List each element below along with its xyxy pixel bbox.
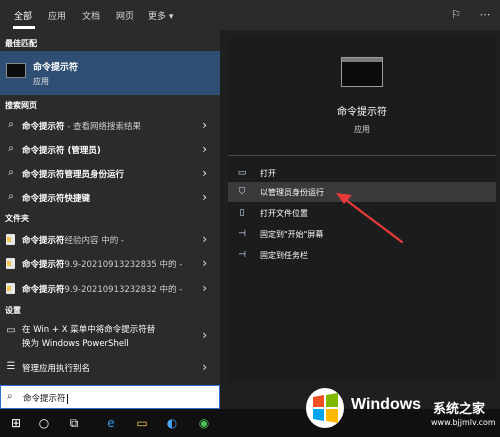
folder-result-label: 命令提示符 <box>22 236 65 246</box>
tab-web[interactable]: 网页 <box>116 9 134 22</box>
web-result-item[interactable]: ⌕ 命令提示符 (管理员) › <box>0 139 220 161</box>
annotation-arrow <box>336 193 404 244</box>
web-result-item[interactable]: ⌕ 命令提示符 - 查看网络搜索结果 › <box>0 115 220 137</box>
chevron-right-icon[interactable]: › <box>202 328 207 342</box>
best-match-subtitle: 应用 <box>33 77 49 86</box>
settings-result-line2: 换为 Windows PowerShell <box>22 339 129 349</box>
results-panel: 最佳匹配 命令提示符 应用 搜索网页 ⌕ 命令提示符 - 查看网络搜索结果 › … <box>0 30 220 385</box>
search-icon: ⌕ <box>8 119 14 130</box>
document-icon <box>6 283 15 294</box>
web-result-suffix: - 查看网络搜索结果 <box>64 122 141 132</box>
browser-icon[interactable]: ◐ <box>164 415 180 431</box>
folder-result-item[interactable]: 命令提示符经验内容 中的 - › <box>0 229 220 251</box>
chevron-right-icon[interactable]: › <box>202 142 207 156</box>
list-icon: ☰ <box>6 361 16 372</box>
folder-result-item[interactable]: 命令提示符9.9-20210913232835 中的 - › <box>0 253 220 275</box>
chevron-right-icon[interactable]: › <box>202 118 207 132</box>
feedback-icon[interactable]: ⚐ <box>449 8 463 22</box>
best-match-title: 命令提示符 <box>33 63 79 73</box>
chevron-right-icon[interactable]: › <box>202 281 207 295</box>
folder-result-suffix: 经验内容 中的 - <box>64 236 124 246</box>
settings-result-item[interactable]: ☰ 管理应用执行别名 › <box>0 357 220 379</box>
text-cursor <box>66 393 68 404</box>
tab-documents[interactable]: 文档 <box>82 9 100 22</box>
web-result-label: 命令提示符快捷键 <box>22 194 91 204</box>
watermark-url: www.bjjmlv.com <box>431 418 496 427</box>
folder-result-item[interactable]: 命令提示符9.9-20210913232832 中的 - › <box>0 278 220 300</box>
watermark-site-name: 系统之家 <box>433 402 486 417</box>
cortana-icon[interactable]: ○ <box>36 415 52 431</box>
chevron-right-icon[interactable]: › <box>202 256 207 270</box>
section-web: 搜索网页 <box>5 101 37 110</box>
chevron-right-icon[interactable]: › <box>202 360 207 374</box>
folder-result-suffix: 9.9-20210913232835 中的 - <box>64 260 183 270</box>
web-result-label: 命令提示符管理员身份运行 <box>22 170 125 180</box>
search-icon: ⌕ <box>8 143 14 154</box>
chevron-right-icon[interactable]: › <box>202 232 207 246</box>
start-button-icon[interactable]: ⊞ <box>8 415 24 431</box>
watermark-brand: Windows <box>351 396 422 413</box>
task-view-icon[interactable]: ⧉ <box>66 415 82 431</box>
search-scope-tabs: 全部 应用 文档 网页 更多 ▾ ⚐ ⋯ <box>0 0 500 30</box>
active-tab-indicator <box>13 26 35 29</box>
web-result-item[interactable]: ⌕ 命令提示符快捷键 › <box>0 187 220 209</box>
tab-all[interactable]: 全部 <box>14 9 32 22</box>
cmd-app-icon <box>6 63 26 78</box>
keyboard-icon: ▭ <box>6 325 16 336</box>
preview-panel: 命令提示符 应用 ▭ 打开 ⛉ 以管理员身份运行 ▯ 打开文件位置 ⊣ 固定到"… <box>228 37 496 382</box>
section-best-match: 最佳匹配 <box>5 39 37 48</box>
web-result-label: 命令提示符 (管理员) <box>22 146 101 156</box>
search-icon: ⌕ <box>8 167 14 178</box>
section-folders: 文件夹 <box>5 214 29 223</box>
watermark: Windows 系统之家 www.bjjmlv.com <box>305 382 500 437</box>
wechat-icon[interactable]: ◉ <box>196 415 212 431</box>
document-icon <box>6 234 15 245</box>
document-icon <box>6 258 15 269</box>
windows-logo-icon <box>306 388 344 428</box>
more-options-icon[interactable]: ⋯ <box>478 8 492 22</box>
best-match-item[interactable]: 命令提示符 应用 <box>0 51 220 95</box>
file-explorer-icon[interactable]: ▭ <box>134 415 150 431</box>
chevron-right-icon[interactable]: › <box>202 166 207 180</box>
tab-apps[interactable]: 应用 <box>48 9 66 22</box>
tab-more[interactable]: 更多 ▾ <box>148 9 173 22</box>
folder-result-label: 命令提示符 <box>22 260 65 270</box>
web-result-label: 命令提示符 <box>22 122 65 132</box>
folder-result-suffix: 9.9-20210913232832 中的 - <box>64 285 183 295</box>
settings-result-line1: 管理应用执行别名 <box>22 364 91 374</box>
search-icon: ⌕ <box>7 391 13 402</box>
search-input-value: 命令提示符 <box>23 394 66 404</box>
edge-icon[interactable]: e <box>103 415 119 431</box>
chevron-right-icon[interactable]: › <box>202 190 207 204</box>
web-result-item[interactable]: ⌕ 命令提示符管理员身份运行 › <box>0 163 220 185</box>
folder-result-label: 命令提示符 <box>22 285 65 295</box>
settings-result-line1: 在 Win + X 菜单中将命令提示符替 <box>22 325 156 335</box>
search-icon: ⌕ <box>8 191 14 202</box>
section-settings: 设置 <box>5 306 21 315</box>
settings-result-item[interactable]: ▭ 在 Win + X 菜单中将命令提示符替 换为 Windows PowerS… <box>0 320 220 354</box>
search-input[interactable]: ⌕ 命令提示符 <box>0 385 220 409</box>
